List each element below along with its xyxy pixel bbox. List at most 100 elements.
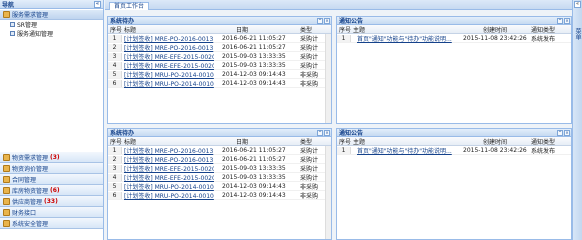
- column-header[interactable]: 序号: [337, 137, 351, 146]
- panel-tools: ^ ×: [557, 129, 570, 136]
- todo-link[interactable]: [计划签收] MRU-PO-2014-0010: [122, 191, 214, 200]
- todo-date: 2015-09-03 13:33:35: [222, 164, 286, 172]
- panel-tools: ^ ×: [557, 17, 570, 24]
- notice-type: 系统发布: [531, 35, 556, 43]
- document-icon: [10, 31, 15, 36]
- todo-type: 采购计: [300, 174, 319, 182]
- todo-type: 采购计: [300, 53, 319, 61]
- column-header[interactable]: 序号: [108, 25, 122, 34]
- vertical-scrollbar[interactable]: [325, 34, 331, 123]
- folder-icon: [3, 197, 10, 205]
- collapse-icon[interactable]: ^: [557, 17, 563, 24]
- notice-link[interactable]: 首页"通知"功能与"待办"功能说明...: [351, 146, 461, 155]
- column-header[interactable]: 通知类型: [529, 137, 567, 146]
- sidebar-group-label: 供应商管理: [12, 198, 43, 206]
- sidebar-group-label: 系统安全管理: [12, 220, 49, 228]
- sidebar-group-material-demand[interactable]: 物资需求管理 (3): [0, 152, 103, 163]
- column-header[interactable]: 类型: [298, 137, 327, 146]
- todo-link[interactable]: [计划签收] MRE-PO-2016-0013: [122, 146, 214, 155]
- todo-link[interactable]: [计划签收] MRU-PO-2014-0010: [122, 79, 214, 88]
- todo-type: 非采购: [300, 183, 319, 191]
- close-icon[interactable]: ×: [564, 17, 570, 24]
- todo-type: 采购计: [300, 147, 319, 155]
- todo-link[interactable]: [计划签收] MRE-PO-2016-0013: [122, 43, 214, 52]
- tab-bar: 首页工作台: [105, 0, 572, 10]
- todo-date: 2016-06-21 11:05:27: [222, 146, 286, 154]
- todo-type: 非采购: [300, 80, 319, 88]
- todo-link[interactable]: [计划签收] MRE-EFE-2015-0020: [122, 52, 214, 61]
- todo-type: 非采购: [300, 71, 319, 79]
- todo-panel-bottom: 系统待办 ^ × 序号 标题 日期 类型 1 [计划签收] MRE-PO-2016…: [107, 128, 332, 240]
- pending-count: (6): [50, 186, 60, 194]
- row-index: 4: [108, 173, 122, 181]
- panel-tools: ^ ×: [317, 129, 330, 136]
- folder-icon: [3, 164, 10, 172]
- todo-date: 2016-06-21 11:05:27: [222, 43, 286, 51]
- todo-panel-top: 系统待办 ^ × 序号 标题 日期 类型 1 [计划签收] MRE-PO-2016…: [107, 16, 332, 124]
- column-header[interactable]: 主题: [351, 25, 461, 34]
- todo-link[interactable]: [计划签收] MRE-EFE-2015-0020: [122, 164, 214, 173]
- sidebar-item-service-notice[interactable]: 服务通知管理: [0, 29, 103, 38]
- table-row[interactable]: 1 首页"通知"功能与"待办"功能说明... 2015-11-08 23:42:26…: [337, 146, 571, 155]
- todo-type: 采购计: [300, 165, 319, 173]
- close-icon[interactable]: ×: [564, 129, 570, 136]
- sidebar-group-label: 物资需求管理: [12, 154, 49, 162]
- folder-icon: [3, 11, 10, 18]
- document-icon: [10, 22, 15, 27]
- notice-panel-bottom: 通知公告 ^ × 序号 主题 创建时间 通知类型 1 首页"通知"功能与"待办"功…: [336, 128, 572, 240]
- main-area: 首页工作台 系统待办 ^ × 序号 标题 日期 类型 1 [计划签收] MRE-P…: [105, 0, 572, 240]
- sidebar-group-warehouse[interactable]: 库房物资管理 (6): [0, 185, 103, 196]
- right-collapsed-panel[interactable]: « 菜单: [572, 0, 582, 240]
- todo-link[interactable]: [计划签收] MRE-PO-2016-0013: [122, 34, 214, 43]
- tab-home-workbench[interactable]: 首页工作台: [109, 2, 150, 10]
- right-panel-label: 菜单: [574, 28, 581, 40]
- table-row[interactable]: 1 首页"通知"功能与"待办"功能说明... 2015-11-08 23:42:26…: [337, 34, 571, 43]
- notice-link[interactable]: 首页"通知"功能与"待办"功能说明...: [351, 34, 461, 43]
- column-header[interactable]: 主题: [351, 137, 461, 146]
- sidebar-title: 导航: [2, 1, 15, 9]
- sidebar-group-security[interactable]: 系统安全管理: [0, 218, 103, 229]
- column-header[interactable]: 创建时间: [461, 25, 529, 34]
- sidebar-group-finance[interactable]: 财务接口: [0, 207, 103, 218]
- close-icon[interactable]: ×: [324, 17, 330, 24]
- collapse-icon[interactable]: ^: [557, 129, 563, 136]
- row-index: 6: [108, 191, 122, 199]
- close-icon[interactable]: ×: [324, 129, 330, 136]
- collapse-icon[interactable]: ^: [317, 17, 323, 24]
- vertical-scrollbar[interactable]: [325, 146, 331, 239]
- collapse-icon[interactable]: ^: [317, 129, 323, 136]
- todo-date: 2014-12-03 09:14:43: [222, 191, 286, 199]
- column-header[interactable]: 序号: [337, 25, 351, 34]
- navigation-sidebar: 导航 « 服务需求管理 SR管理 服务通知管理 物资需求管理 (3) 物资询价管…: [0, 0, 104, 240]
- todo-link[interactable]: [计划签收] MRU-PO-2014-0010: [122, 182, 214, 191]
- notice-type: 系统发布: [531, 147, 556, 155]
- column-header[interactable]: 标题: [122, 25, 214, 34]
- todo-date: 2015-09-03 13:33:35: [222, 52, 286, 60]
- column-header[interactable]: 标题: [122, 137, 214, 146]
- todo-link[interactable]: [计划签收] MRE-PO-2016-0013: [122, 155, 214, 164]
- todo-date: 2016-06-21 11:05:27: [222, 34, 286, 42]
- column-header[interactable]: 通知类型: [529, 25, 567, 34]
- sidebar-group-contract[interactable]: 合同管理: [0, 174, 103, 185]
- sidebar-group-supplier[interactable]: 供应商管理 (33): [0, 196, 103, 207]
- todo-link[interactable]: [计划签收] MRU-PO-2014-0010: [122, 70, 214, 79]
- todo-link[interactable]: [计划签收] MRE-EFE-2015-0020: [122, 61, 214, 70]
- table-row[interactable]: 6 [计划签收] MRU-PO-2014-0010 2014-12-03 09:14…: [108, 79, 331, 88]
- column-header[interactable]: 创建时间: [461, 137, 529, 146]
- notice-date: 2015-11-08 23:42:26: [463, 146, 527, 154]
- column-header[interactable]: 序号: [108, 137, 122, 146]
- sidebar-item-sr[interactable]: SR管理: [0, 20, 103, 29]
- pending-count: (3): [50, 153, 60, 161]
- sidebar-group-service[interactable]: 服务需求管理: [0, 10, 103, 20]
- table-row[interactable]: 6 [计划签收] MRU-PO-2014-0010 2014-12-03 09:14…: [108, 191, 331, 200]
- row-index: 5: [108, 70, 122, 78]
- column-header[interactable]: 日期: [214, 137, 298, 146]
- column-header[interactable]: 日期: [214, 25, 298, 34]
- expand-arrow-icon[interactable]: «: [574, 1, 581, 8]
- todo-date: 2014-12-03 09:14:43: [222, 182, 286, 190]
- column-header[interactable]: 类型: [298, 25, 327, 34]
- todo-link[interactable]: [计划签收] MRE-EFE-2015-0020: [122, 173, 214, 182]
- sidebar-group-material-inquiry[interactable]: 物资询价管理: [0, 163, 103, 174]
- collapse-sidebar-icon[interactable]: «: [94, 0, 101, 8]
- row-index: 4: [108, 61, 122, 69]
